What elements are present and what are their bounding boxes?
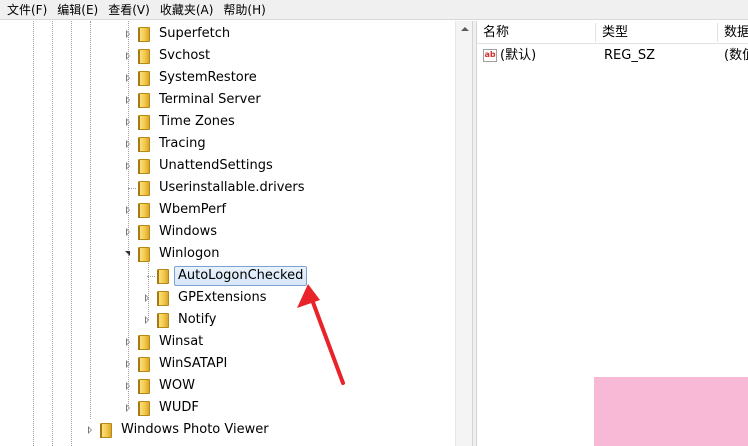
collapsed-arrow-icon[interactable] — [86, 425, 95, 434]
folder-icon — [136, 400, 152, 416]
pink-overlay-block — [594, 377, 748, 446]
tree-item-label[interactable]: WbemPerf — [159, 199, 226, 221]
folder-icon — [98, 422, 114, 438]
tree-item[interactable]: Terminal Server — [0, 89, 455, 111]
collapsed-arrow-icon[interactable] — [143, 293, 152, 302]
menu-edit[interactable]: 编辑(E) — [54, 0, 105, 20]
tree-connector — [147, 276, 155, 277]
collapsed-arrow-icon[interactable] — [124, 95, 133, 104]
tree-item[interactable]: WbemPerf — [0, 199, 455, 221]
expanded-arrow-icon[interactable] — [124, 249, 133, 258]
folder-icon — [136, 92, 152, 108]
folder-icon — [136, 26, 152, 42]
tree-item-label[interactable]: Userinstallable.drivers — [159, 177, 305, 199]
column-header-data[interactable]: 数据 — [718, 21, 748, 44]
tree-item[interactable]: Superfetch — [0, 23, 455, 45]
collapsed-arrow-icon[interactable] — [124, 227, 133, 236]
tree-item-label[interactable]: Windows — [159, 221, 217, 243]
collapsed-arrow-icon[interactable] — [124, 73, 133, 82]
folder-icon — [136, 224, 152, 240]
collapsed-arrow-icon[interactable] — [124, 161, 133, 170]
tree-item-label[interactable]: Terminal Server — [159, 89, 261, 111]
folder-icon — [136, 334, 152, 350]
collapsed-arrow-icon[interactable] — [124, 51, 133, 60]
tree-item-label[interactable]: Time Zones — [159, 111, 235, 133]
tree-item[interactable]: Time Zones — [0, 111, 455, 133]
collapsed-arrow-icon[interactable] — [124, 117, 133, 126]
tree-item[interactable]: Windows — [0, 221, 455, 243]
tree-item[interactable]: Tracing — [0, 133, 455, 155]
tree-connector — [128, 188, 136, 189]
list-item[interactable]: ab (默认) REG_SZ (数值未设置) — [477, 45, 748, 67]
folder-icon — [136, 378, 152, 394]
folder-icon — [136, 246, 152, 262]
list-header: 名称 类型 数据 — [477, 21, 748, 44]
tree-item-label[interactable]: Notify — [178, 309, 216, 331]
string-value-icon: ab — [483, 49, 497, 62]
folder-icon — [136, 114, 152, 130]
collapsed-arrow-icon[interactable] — [124, 359, 133, 368]
folder-icon — [136, 136, 152, 152]
folder-icon — [136, 48, 152, 64]
folder-icon — [155, 290, 171, 306]
tree-item[interactable]: Notify — [0, 309, 455, 331]
collapsed-arrow-icon[interactable] — [124, 381, 133, 390]
menu-help[interactable]: 帮助(H) — [220, 0, 272, 20]
tree-item[interactable]: Winlogon — [0, 243, 455, 265]
tree-item-label[interactable]: Windows Photo Viewer — [121, 419, 269, 441]
tree-item-label[interactable]: Superfetch — [159, 23, 230, 45]
value-data: (数值未设置) — [724, 48, 748, 63]
tree-item-label[interactable]: WinSATAPI — [159, 353, 227, 375]
folder-icon — [155, 312, 171, 328]
folder-icon — [155, 268, 171, 284]
tree-item-label[interactable]: GPExtensions — [178, 287, 267, 309]
value-type: REG_SZ — [604, 48, 655, 63]
tree-item[interactable]: Svchost — [0, 45, 455, 67]
tree-item-label[interactable]: WOW — [159, 375, 195, 397]
tree-item-label[interactable]: Winlogon — [159, 243, 219, 265]
tree-item-label[interactable]: Tracing — [159, 133, 206, 155]
tree-vertical-scrollbar[interactable] — [455, 21, 472, 446]
tree-item[interactable]: AutoLogonChecked — [0, 265, 455, 287]
tree-item[interactable]: Winsat — [0, 331, 455, 353]
tree-item[interactable]: Windows Photo Viewer — [0, 419, 455, 441]
folder-icon — [136, 180, 152, 196]
tree-item-label[interactable]: UnattendSettings — [159, 155, 273, 177]
tree-item-label[interactable]: WUDF — [159, 397, 199, 419]
tree-item[interactable]: Userinstallable.drivers — [0, 177, 455, 199]
tree-item[interactable]: WUDF — [0, 397, 455, 419]
scroll-up-arrow-icon[interactable] — [456, 21, 473, 37]
tree-item[interactable]: WinSATAPI — [0, 353, 455, 375]
column-header-name[interactable]: 名称 — [477, 21, 595, 44]
collapsed-arrow-icon[interactable] — [124, 337, 133, 346]
collapsed-arrow-icon[interactable] — [143, 315, 152, 324]
collapsed-arrow-icon[interactable] — [124, 403, 133, 412]
menu-file[interactable]: 文件(F) — [4, 0, 54, 20]
tree-item-label-selected[interactable]: AutoLogonChecked — [174, 266, 308, 286]
tree-item-label[interactable]: SystemRestore — [159, 67, 257, 89]
column-header-type[interactable]: 类型 — [596, 21, 717, 44]
tree-item-label[interactable]: Svchost — [159, 45, 210, 67]
folder-icon — [136, 158, 152, 174]
folder-icon — [136, 356, 152, 372]
registry-tree[interactable]: Superfetch Svchost SystemRestore Terminal S… — [0, 21, 474, 446]
tree-item[interactable]: WOW — [0, 375, 455, 397]
value-name: (默认) — [500, 48, 537, 63]
collapsed-arrow-icon[interactable] — [124, 29, 133, 38]
collapsed-arrow-icon[interactable] — [124, 205, 133, 214]
menubar: 文件(F) 编辑(E) 查看(V) 收藏夹(A) 帮助(H) — [0, 0, 748, 20]
menu-view[interactable]: 查看(V) — [105, 0, 157, 20]
folder-icon — [136, 202, 152, 218]
tree-item[interactable]: SystemRestore — [0, 67, 455, 89]
tree-item-label[interactable]: Winsat — [159, 331, 203, 353]
menu-favorites[interactable]: 收藏夹(A) — [157, 0, 221, 20]
tree-item[interactable]: UnattendSettings — [0, 155, 455, 177]
collapsed-arrow-icon[interactable] — [124, 139, 133, 148]
tree-item[interactable]: GPExtensions — [0, 287, 455, 309]
scroll-track[interactable] — [457, 39, 472, 439]
folder-icon — [136, 70, 152, 86]
